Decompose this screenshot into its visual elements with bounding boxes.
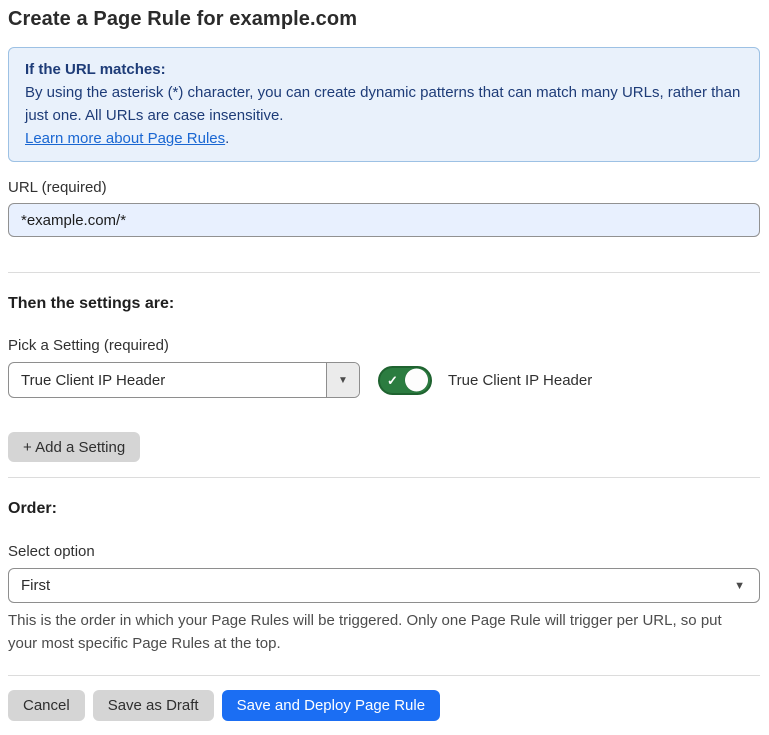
order-section-heading: Order: xyxy=(8,500,760,518)
cancel-button[interactable]: Cancel xyxy=(8,690,85,721)
setting-select[interactable]: True Client IP Header ▼ xyxy=(8,362,360,398)
order-select[interactable]: First ▼ xyxy=(8,568,760,603)
toggle-knob xyxy=(405,369,428,392)
order-select-value: First xyxy=(21,577,734,594)
settings-section-heading: Then the settings are: xyxy=(8,295,760,313)
page-title: Create a Page Rule for example.com xyxy=(8,8,760,31)
chevron-down-icon[interactable]: ▼ xyxy=(326,363,359,397)
learn-more-link[interactable]: Learn more about Page Rules xyxy=(25,130,225,147)
url-match-info-box: If the URL matches: By using the asteris… xyxy=(8,47,760,162)
order-help-text: This is the order in which your Page Rul… xyxy=(8,609,753,655)
order-select-label: Select option xyxy=(8,543,760,560)
create-page-rule-form: Create a Page Rule for example.com If th… xyxy=(0,0,769,735)
url-field-label: URL (required) xyxy=(8,179,760,196)
toggle-label: True Client IP Header xyxy=(448,372,592,389)
info-box-heading: If the URL matches: xyxy=(25,58,743,81)
check-icon: ✓ xyxy=(387,374,398,387)
footer-actions: Cancel Save as Draft Save and Deploy Pag… xyxy=(8,690,760,721)
footer-divider xyxy=(8,675,760,676)
info-box-body: By using the asterisk (*) character, you… xyxy=(25,81,743,127)
setting-select-value: True Client IP Header xyxy=(9,372,326,389)
info-box-link-line: Learn more about Page Rules. xyxy=(25,127,743,150)
pick-setting-label: Pick a Setting (required) xyxy=(8,337,760,354)
setting-toggle[interactable]: ✓ xyxy=(378,366,432,395)
url-input[interactable] xyxy=(8,203,760,237)
setting-row: True Client IP Header ▼ ✓ True Client IP… xyxy=(8,362,760,398)
save-deploy-button[interactable]: Save and Deploy Page Rule xyxy=(222,690,440,721)
add-setting-button[interactable]: + Add a Setting xyxy=(8,432,140,462)
section-divider xyxy=(8,477,760,478)
save-draft-button[interactable]: Save as Draft xyxy=(93,690,214,721)
chevron-down-icon: ▼ xyxy=(734,580,745,592)
section-divider xyxy=(8,272,760,273)
link-period: . xyxy=(225,130,229,147)
